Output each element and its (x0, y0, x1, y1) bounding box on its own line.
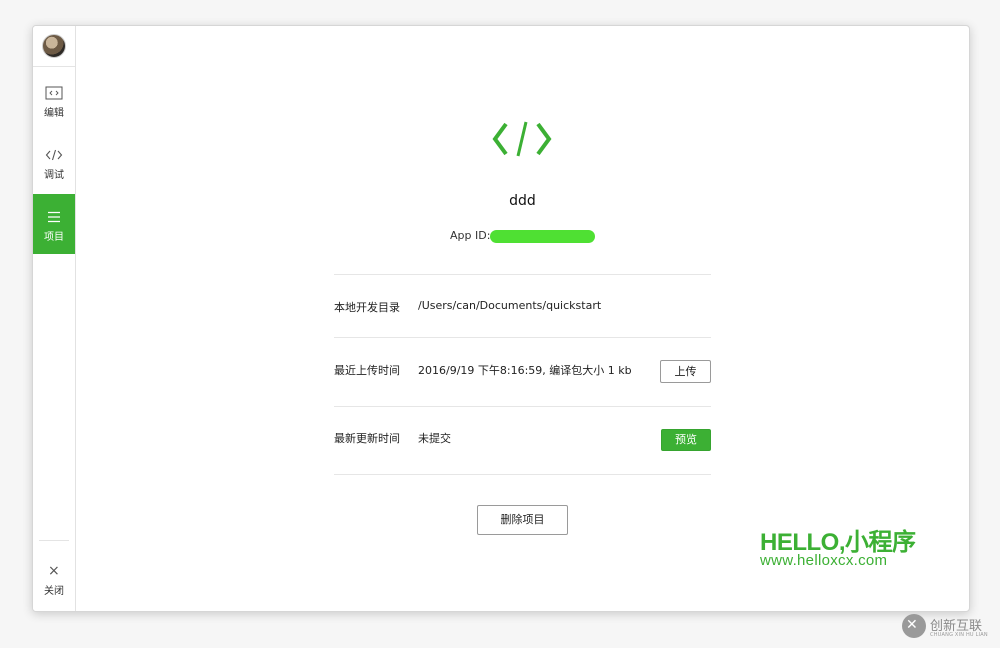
user-avatar[interactable] (42, 34, 66, 58)
sidebar-item-edit[interactable]: 编辑 (33, 70, 75, 130)
editor-icon (45, 86, 63, 100)
upload-button[interactable]: 上传 (660, 360, 711, 383)
brand-url: www.helloxcx.com (760, 552, 888, 569)
last-upload-value: 2016/9/19 下午8:16:59, 编译包大小 1 kb (418, 364, 632, 377)
debug-code-icon (45, 149, 63, 161)
close-icon: × (48, 563, 60, 579)
watermark-logo-icon: ✕ (902, 614, 926, 638)
latest-update-value: 未提交 (418, 432, 451, 445)
delete-project-button[interactable]: 删除项目 (477, 505, 568, 535)
divider (334, 274, 711, 275)
close-label: 关闭 (44, 586, 64, 597)
close-button[interactable]: × 关闭 (33, 558, 75, 598)
preview-button[interactable]: 预览 (661, 429, 711, 451)
app-id-label: App ID: (450, 229, 491, 242)
sidebar-divider (33, 66, 75, 67)
sidebar-item-project[interactable]: 项目 (33, 194, 75, 254)
sidebar-item-label: 编辑 (44, 108, 64, 119)
last-upload-label: 最近上传时间 (334, 364, 400, 377)
local-dir-label: 本地开发目录 (334, 301, 400, 314)
watermark: ✕ 创新互联 CHUANG XIN HU LIAN (902, 612, 998, 642)
sidebar-item-debug[interactable]: 调试 (33, 132, 75, 192)
sidebar-divider (39, 540, 69, 541)
divider (334, 406, 711, 407)
divider (334, 474, 711, 475)
code-brackets-icon (492, 121, 552, 157)
local-dir-value: /Users/can/Documents/quickstart (418, 299, 602, 312)
sidebar-item-label: 调试 (44, 170, 64, 181)
watermark-subtext: CHUANG XIN HU LIAN (930, 632, 988, 638)
sidebar: 编辑 调试 项目 × 关闭 (33, 26, 76, 611)
sidebar-item-label: 项目 (44, 232, 64, 243)
app-id-redaction (490, 230, 595, 243)
project-name: ddd (509, 193, 536, 209)
project-menu-icon (48, 211, 60, 223)
latest-update-label: 最新更新时间 (334, 432, 400, 445)
divider (334, 337, 711, 338)
